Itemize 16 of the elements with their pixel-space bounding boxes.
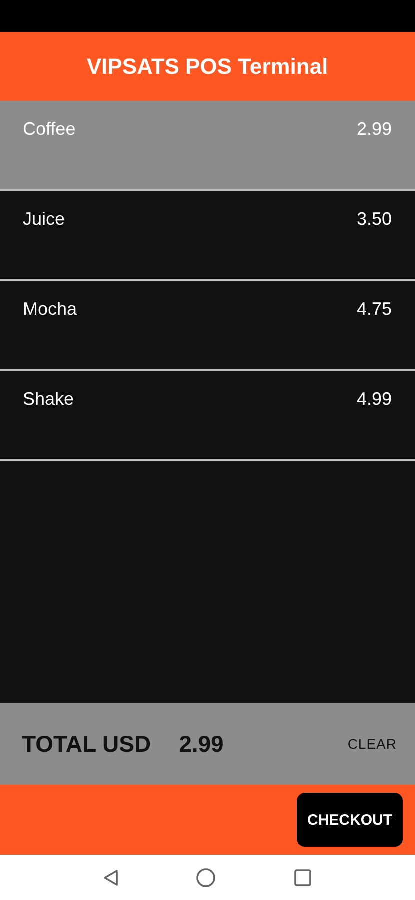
product-name: Mocha <box>23 299 78 320</box>
product-price: 4.99 <box>356 389 392 410</box>
app-title: VIPSATS POS Terminal <box>86 54 328 80</box>
total-label: TOTAL USD <box>22 730 152 758</box>
product-price: 2.99 <box>356 119 392 140</box>
recents-icon[interactable] <box>294 868 312 886</box>
clear-button[interactable]: CLEAR <box>346 732 399 756</box>
checkout-button[interactable]: CHECKOUT <box>297 793 403 847</box>
product-name: Coffee <box>23 119 76 140</box>
product-name: Shake <box>23 389 74 410</box>
total-amount: 2.99 <box>179 730 224 758</box>
home-icon[interactable] <box>196 868 216 888</box>
product-price: 4.75 <box>356 299 392 320</box>
product-name: Juice <box>23 209 66 230</box>
product-price: 3.50 <box>356 209 392 230</box>
back-icon[interactable] <box>102 868 119 886</box>
